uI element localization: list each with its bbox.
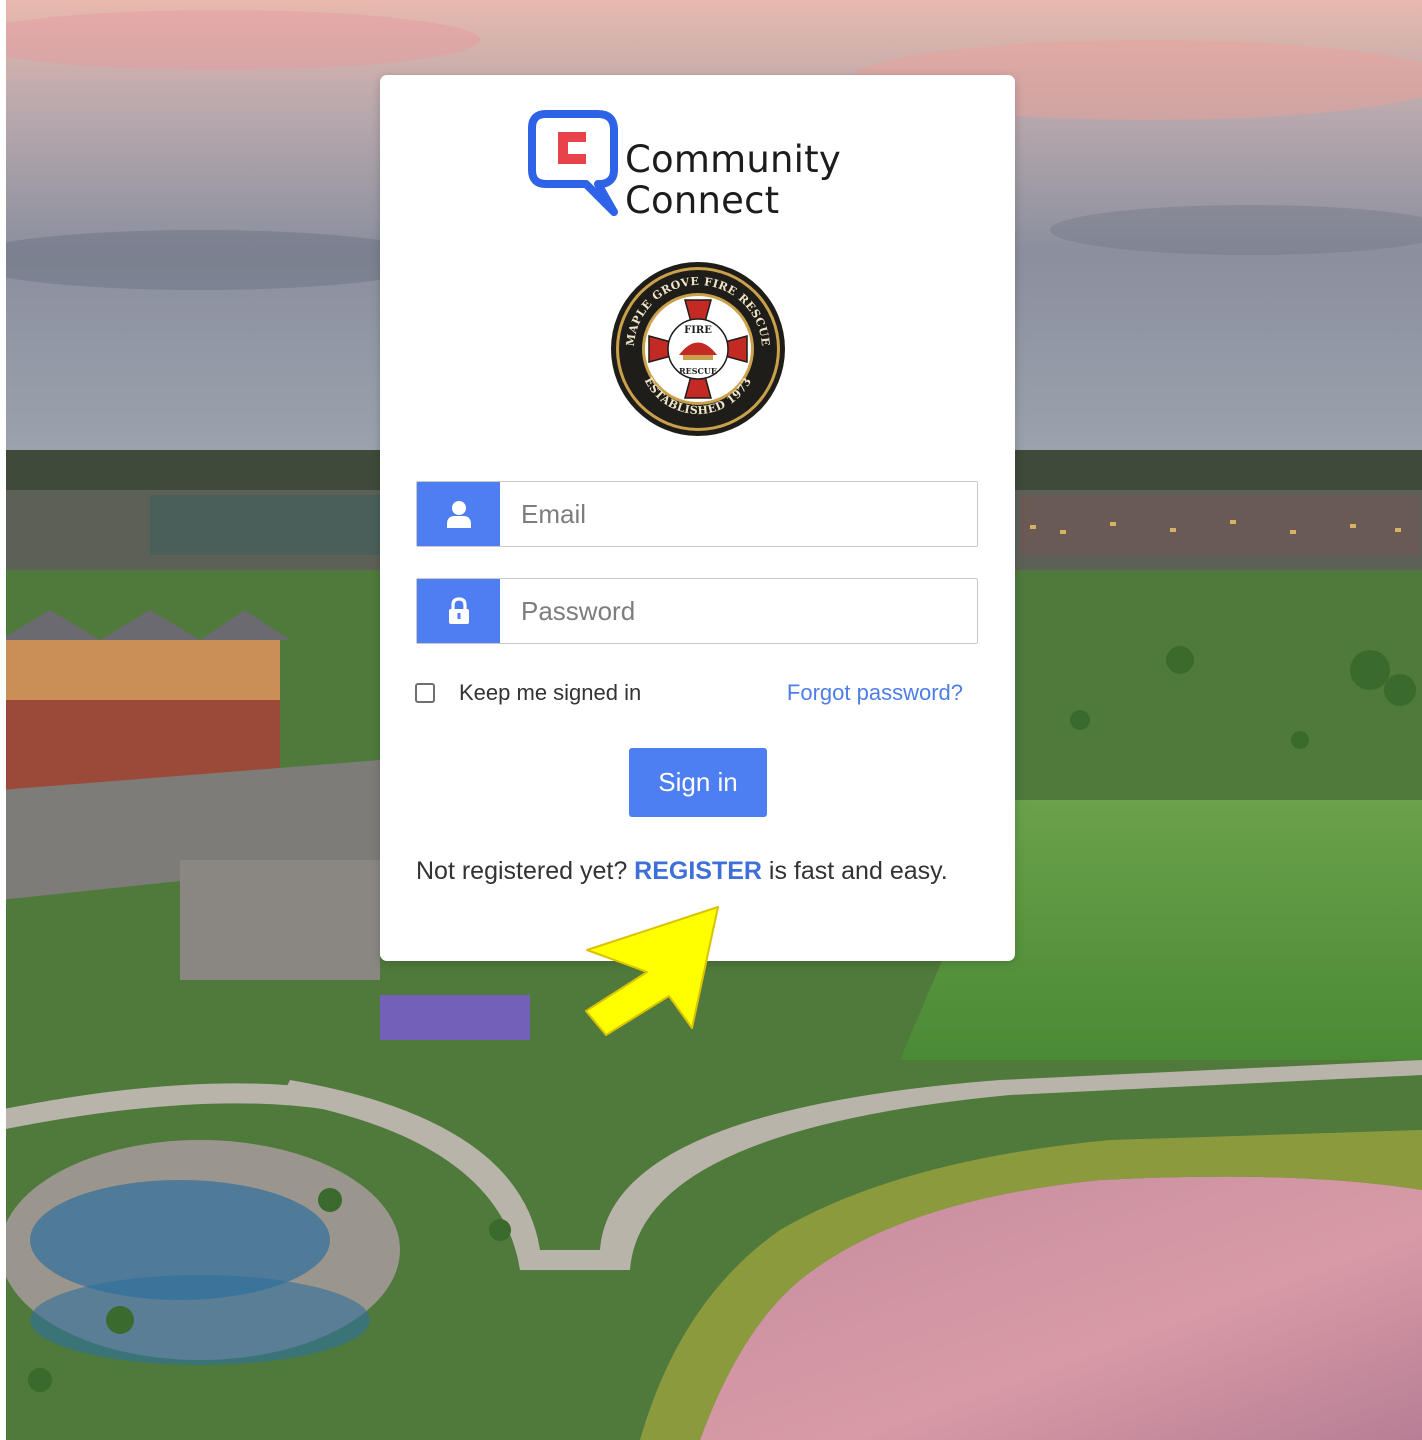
- password-input[interactable]: [500, 579, 977, 643]
- brand-line2: Connect: [625, 179, 780, 222]
- community-connect-logo: Community Connect: [528, 108, 868, 221]
- user-icon: [417, 482, 500, 546]
- register-prompt: Not registered yet? REGISTER is fast and…: [416, 857, 948, 886]
- register-link[interactable]: REGISTER: [634, 857, 762, 885]
- email-input[interactable]: [500, 482, 977, 546]
- register-prefix: Not registered yet?: [416, 857, 635, 885]
- remember-checkbox[interactable]: [415, 683, 435, 703]
- forgot-password-link[interactable]: Forgot password?: [787, 680, 963, 706]
- brand-line1: Community: [625, 138, 841, 181]
- left-edge-strip: [0, 0, 6, 1440]
- password-field-group: [416, 578, 978, 644]
- lock-icon: [417, 579, 500, 643]
- chat-bubble-logo-icon: [528, 110, 618, 216]
- svg-text:RESCUE: RESCUE: [679, 366, 717, 376]
- fire-rescue-seal: FIRE RESCUE MAPLE GROVE FIRE RESCUE ESTA…: [611, 262, 785, 436]
- brand-name: Community Connect: [625, 139, 841, 221]
- remember-me: Keep me signed in: [415, 680, 641, 706]
- sign-in-button[interactable]: Sign in: [629, 748, 767, 817]
- email-field-group: [416, 481, 978, 547]
- login-card: Community Connect FIRE RESCUE MAPLE GROV…: [380, 75, 1015, 961]
- register-suffix: is fast and easy.: [761, 857, 948, 885]
- yellow-arrow-annotation: [585, 906, 719, 1036]
- remember-label[interactable]: Keep me signed in: [459, 680, 641, 706]
- svg-text:FIRE: FIRE: [684, 325, 712, 336]
